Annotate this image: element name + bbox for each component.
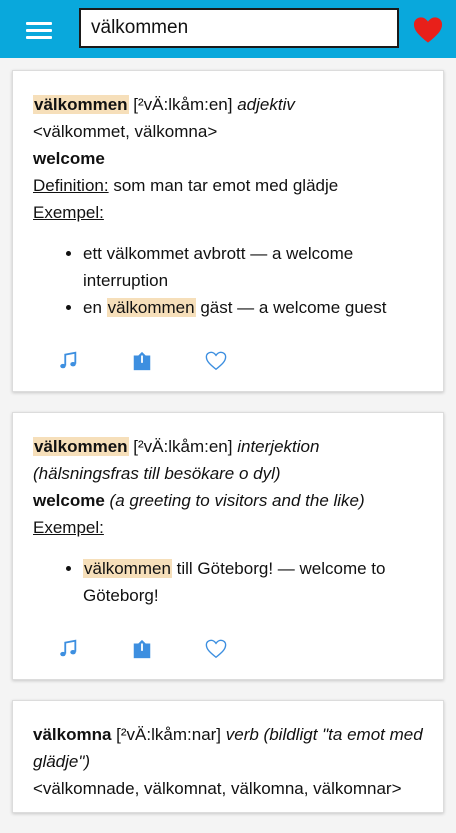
heart-outline-icon[interactable]: [205, 638, 227, 660]
definition-text: som man tar emot med glädje: [113, 176, 339, 195]
entry-header-line: välkommen [²vÄ:lkåm:en] interjektion: [33, 433, 423, 460]
pronunciation: [²vÄ:lkåm:en]: [133, 95, 233, 114]
translation-note: (a greeting to visitors and the like): [109, 491, 365, 510]
definition-line: Definition: som man tar emot med glädje: [33, 172, 423, 199]
example-pre: en: [83, 298, 102, 317]
translation-line: welcome (a greeting to visitors and the …: [33, 487, 423, 514]
examples-list: ett välkommet avbrott — a welcome interr…: [33, 240, 423, 321]
search-input[interactable]: [81, 10, 391, 46]
usage-note: (hälsningsfras till besökare o dyl): [33, 464, 281, 483]
example-item: välkommen till Göteborg! — welcome to Gö…: [83, 555, 423, 609]
part-of-speech: adjektiv: [237, 95, 295, 114]
pronunciation: [²vÄ:lkåm:en]: [133, 437, 233, 456]
share-icon[interactable]: [131, 350, 153, 372]
example-highlight: välkommen: [106, 298, 196, 317]
translation: welcome: [33, 149, 105, 168]
top-bar: [0, 0, 456, 58]
hamburger-menu-icon[interactable]: [26, 20, 52, 40]
headword[interactable]: välkommen: [33, 437, 129, 456]
entry-actions: [33, 629, 423, 669]
translation: welcome: [33, 491, 105, 510]
entry-card: välkommen [²vÄ:lkåm:en] adjektiv <välkom…: [12, 70, 444, 392]
part-of-speech: interjektion: [237, 437, 320, 456]
music-note-icon[interactable]: [57, 638, 79, 660]
pronunciation: [²vÄ:lkåm:nar]: [116, 725, 222, 744]
headword[interactable]: välkommen: [33, 95, 129, 114]
inflected-forms: <välkommet, välkomna>: [33, 122, 218, 141]
example-highlight: välkommen: [83, 559, 172, 578]
examples-label: Exempel:: [33, 203, 104, 222]
example-post: gäst — a welcome guest: [200, 298, 387, 317]
share-icon[interactable]: [131, 638, 153, 660]
entry-header-line: välkommen [²vÄ:lkåm:en] adjektiv: [33, 91, 423, 118]
entry-card: välkomna [²vÄ:lkåm:nar] verb (bildligt "…: [12, 700, 444, 813]
heart-outline-icon[interactable]: [205, 350, 227, 372]
examples-label: Exempel:: [33, 518, 104, 537]
entry-card: välkommen [²vÄ:lkåm:en] interjektion (hä…: [12, 412, 444, 680]
example-item: ett välkommet avbrott — a welcome interr…: [83, 240, 423, 294]
favorites-heart-icon[interactable]: [413, 16, 443, 44]
results-list: välkommen [²vÄ:lkåm:en] adjektiv <välkom…: [12, 70, 444, 833]
example-text: ett välkommet avbrott — a welcome interr…: [83, 244, 354, 290]
music-note-icon[interactable]: [57, 350, 79, 372]
definition-label: Definition:: [33, 176, 109, 195]
search-box[interactable]: [79, 8, 399, 48]
inflected-forms: <välkomnade, välkomnat, välkomna, välkom…: [33, 779, 402, 798]
examples-list: välkommen till Göteborg! — welcome to Gö…: [33, 555, 423, 609]
headword[interactable]: välkomna: [33, 725, 111, 744]
entry-actions: [33, 341, 423, 381]
example-item: en välkommen gäst — a welcome guest: [83, 294, 423, 321]
entry-header-line: välkomna [²vÄ:lkåm:nar] verb (bildligt "…: [33, 721, 423, 775]
